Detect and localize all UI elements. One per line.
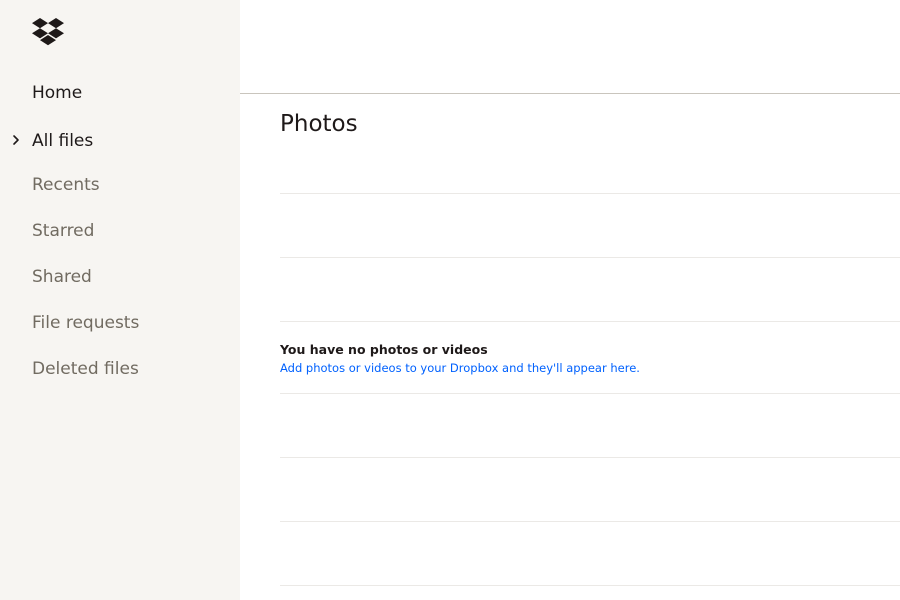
empty-state-title: You have no photos or videos [280,342,488,357]
row-divider [280,457,900,458]
sidebar-item-recents[interactable]: Recents [32,173,100,197]
dropbox-logo-icon[interactable] [32,18,64,46]
sidebar-item-deleted-files[interactable]: Deleted files [32,357,139,381]
row-divider [280,193,900,194]
row-divider [280,585,900,586]
row-divider [280,257,900,258]
empty-state-link[interactable]: Add photos or videos to your Dropbox and… [280,360,640,377]
sidebar-item-home[interactable]: Home [32,81,82,105]
chevron-right-icon[interactable] [10,134,22,146]
sidebar-item-all-files[interactable]: All files [32,129,93,153]
sidebar-item-file-requests[interactable]: File requests [32,311,139,335]
page-title: Photos [280,111,358,137]
row-divider [280,521,900,522]
sidebar-item-shared[interactable]: Shared [32,265,92,289]
sidebar-item-starred[interactable]: Starred [32,219,94,243]
sidebar: Home All files Recents Starred Shared Fi… [0,0,240,600]
top-bar [240,0,900,94]
row-divider [280,393,900,394]
app-window: Home All files Recents Starred Shared Fi… [0,0,900,600]
row-divider [280,321,900,322]
